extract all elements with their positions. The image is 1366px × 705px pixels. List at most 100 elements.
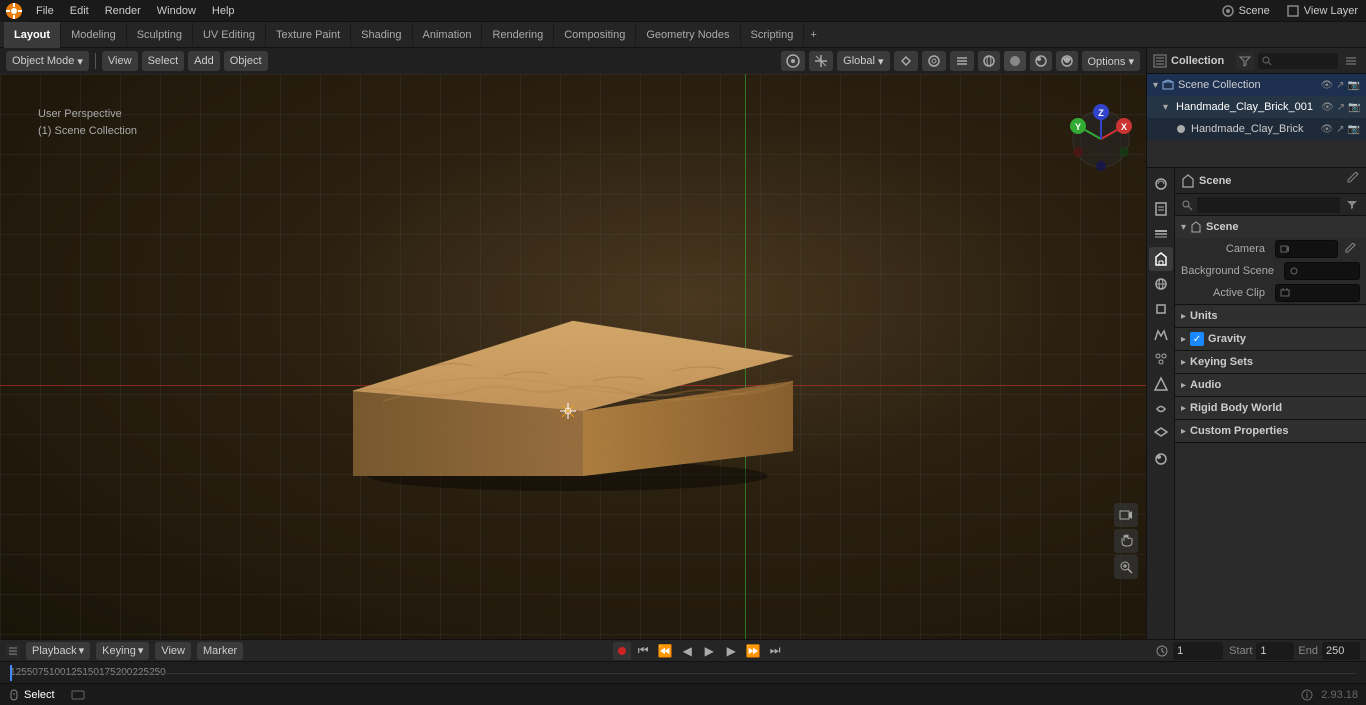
scene-selector[interactable]: Scene — [1239, 5, 1270, 17]
outliner-item-brick001[interactable]: ▾ Handmade_Clay_Brick_001 👁 ↗ 📷 — [1147, 96, 1366, 118]
physics-properties-btn[interactable] — [1149, 372, 1173, 396]
gravity-checkbox[interactable]: ✓ — [1190, 332, 1204, 346]
tab-rendering[interactable]: Rendering — [482, 22, 554, 48]
end-frame-field[interactable]: 250 — [1322, 642, 1360, 660]
keying-sets-header[interactable]: ▸ Keying Sets — [1175, 351, 1366, 373]
menu-render[interactable]: Render — [97, 0, 149, 21]
tab-uv-editing[interactable]: UV Editing — [193, 22, 266, 48]
select-icon[interactable]: ↗ — [1336, 80, 1344, 91]
timeline-icon[interactable] — [6, 644, 20, 658]
marker-btn[interactable]: Marker — [197, 642, 243, 660]
playback-btn[interactable]: Playback ▾ — [26, 642, 90, 660]
units-section-header[interactable]: ▸ Units — [1175, 305, 1366, 327]
properties-search[interactable] — [1175, 194, 1366, 216]
world-properties-btn[interactable] — [1149, 272, 1173, 296]
item-render[interactable]: 📷 — [1348, 102, 1360, 113]
tab-scripting[interactable]: Scripting — [741, 22, 805, 48]
add-menu[interactable]: Add — [188, 51, 220, 71]
clock-icon[interactable] — [1155, 644, 1169, 658]
menu-file[interactable]: File — [28, 0, 62, 21]
scene-section-header[interactable]: ▾ Scene — [1175, 216, 1366, 238]
tab-compositing[interactable]: Compositing — [554, 22, 636, 48]
output-properties-btn[interactable] — [1149, 197, 1173, 221]
tab-texture-paint[interactable]: Texture Paint — [266, 22, 351, 48]
jump-end-btn[interactable]: ⏭ — [765, 641, 785, 661]
properties-search-input[interactable] — [1197, 197, 1340, 213]
viewport-area[interactable]: Object Mode ▾ View Select Add Object Glo… — [0, 48, 1146, 639]
solid-mode-btn[interactable] — [1004, 51, 1026, 71]
add-workspace-button[interactable]: + — [804, 22, 822, 48]
item-visibility[interactable]: 👁 — [1321, 102, 1334, 113]
scene-collection-row[interactable]: ▾ Scene Collection 👁 ↗ 📷 — [1147, 74, 1366, 96]
viewport-gizmo[interactable]: X Y Z — [1066, 104, 1136, 174]
background-scene-field[interactable] — [1284, 262, 1360, 280]
tab-geometry-nodes[interactable]: Geometry Nodes — [636, 22, 740, 48]
options-btn[interactable]: Options ▾ — [1082, 51, 1141, 71]
transform-selector[interactable]: Global ▾ — [837, 51, 889, 71]
rendered-mode-btn[interactable] — [1056, 51, 1078, 71]
timeline-view-btn[interactable]: View — [155, 642, 191, 660]
viewport-overlay-btn[interactable] — [781, 51, 805, 71]
render-icon[interactable]: 📷 — [1348, 80, 1360, 91]
next-frame-btn[interactable]: ▶ — [721, 641, 741, 661]
material-properties-btn[interactable] — [1149, 447, 1173, 471]
outliner-item-brick[interactable]: Handmade_Clay_Brick 👁 ↗ 📷 — [1147, 118, 1366, 140]
header-right-icons[interactable] — [950, 51, 974, 71]
proportional-edit-btn[interactable] — [922, 51, 946, 71]
object-data-properties-btn[interactable] — [1149, 422, 1173, 446]
audio-section-header[interactable]: ▸ Audio — [1175, 374, 1366, 396]
tab-shading[interactable]: Shading — [351, 22, 412, 48]
camera-field[interactable] — [1275, 240, 1338, 258]
menu-help[interactable]: Help — [204, 0, 243, 21]
object-properties-btn[interactable] — [1149, 297, 1173, 321]
outliner-search[interactable] — [1258, 53, 1338, 69]
tab-animation[interactable]: Animation — [413, 22, 483, 48]
camera-edit-btn[interactable] — [1342, 240, 1360, 258]
view-layer-properties-btn[interactable] — [1149, 222, 1173, 246]
active-clip-field[interactable] — [1275, 284, 1360, 302]
modifier-properties-btn[interactable] — [1149, 322, 1173, 346]
record-btn[interactable] — [613, 642, 631, 660]
snap-btn[interactable] — [894, 51, 918, 71]
child-select[interactable]: ↗ — [1336, 124, 1344, 135]
scene-properties-btn[interactable] — [1149, 247, 1173, 271]
tab-sculpting[interactable]: Sculpting — [127, 22, 193, 48]
jump-start-btn[interactable]: ⏮ — [633, 641, 653, 661]
material-mode-btn[interactable] — [1030, 51, 1052, 71]
current-frame-field[interactable]: 1 — [1173, 642, 1223, 660]
custom-props-header[interactable]: ▸ Custom Properties — [1175, 420, 1366, 442]
rigid-body-section-header[interactable]: ▸ Rigid Body World — [1175, 397, 1366, 419]
view-menu[interactable]: View — [102, 51, 138, 71]
prev-keyframe-btn[interactable]: ⏪ — [655, 641, 675, 661]
blender-logo[interactable] — [0, 0, 28, 22]
play-btn[interactable]: ▶ — [699, 641, 719, 661]
hand-tool-btn[interactable] — [1114, 529, 1138, 553]
visibility-icon[interactable]: 👁 — [1320, 80, 1333, 91]
tab-modeling[interactable]: Modeling — [61, 22, 127, 48]
start-frame-field[interactable]: 1 — [1256, 642, 1294, 660]
scene-name-edit-icon[interactable] — [1346, 172, 1360, 189]
object-mode-selector[interactable]: Object Mode ▾ — [6, 51, 89, 71]
properties-filter-btn[interactable] — [1344, 197, 1360, 213]
viewport-canvas[interactable]: User Perspective (1) Scene Collection X … — [0, 74, 1146, 639]
particles-properties-btn[interactable] — [1149, 347, 1173, 371]
outliner-options-btn[interactable] — [1342, 52, 1360, 70]
select-menu[interactable]: Select — [142, 51, 185, 71]
next-keyframe-btn[interactable]: ⏩ — [743, 641, 763, 661]
child-visibility[interactable]: 👁 — [1320, 124, 1333, 135]
gravity-section-header[interactable]: ▸ ✓ Gravity — [1175, 328, 1366, 350]
gizmo-toggle-btn[interactable] — [809, 51, 833, 71]
filter-btn[interactable] — [1236, 52, 1254, 70]
menu-window[interactable]: Window — [149, 0, 204, 21]
keying-btn[interactable]: Keying ▾ — [96, 642, 149, 660]
constraints-properties-btn[interactable] — [1149, 397, 1173, 421]
child-render[interactable]: 📷 — [1348, 124, 1360, 135]
menu-edit[interactable]: Edit — [62, 0, 97, 21]
prev-frame-btn[interactable]: ◀ — [677, 641, 697, 661]
camera-view-btn[interactable] — [1114, 503, 1138, 527]
zoom-btn[interactable] — [1114, 555, 1138, 579]
scrubber-bar[interactable]: 1 25 50 75 100 125 150 175 200 225 250 — [0, 661, 1366, 683]
scrubber-handle[interactable] — [10, 665, 12, 681]
object-menu[interactable]: Object — [224, 51, 268, 71]
item-select[interactable]: ↗ — [1337, 102, 1345, 113]
